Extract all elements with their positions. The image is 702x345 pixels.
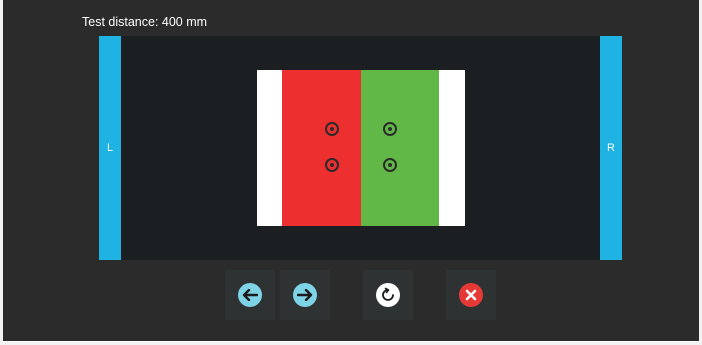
test-distance-label: Test distance: 400 mm — [82, 15, 208, 29]
red-green-test-card — [257, 70, 465, 226]
move-right-button[interactable] — [280, 270, 330, 320]
right-eye-bar[interactable]: R — [600, 36, 622, 260]
arrow-right-icon — [293, 283, 317, 307]
rotate-button[interactable] — [363, 270, 413, 320]
arrow-left-icon — [238, 283, 262, 307]
red-target-icon-bottom — [325, 158, 339, 172]
rotate-icon — [376, 283, 400, 307]
close-button[interactable] — [446, 270, 496, 320]
green-target-icon-bottom — [383, 158, 397, 172]
red-panel — [282, 70, 361, 226]
right-eye-label: R — [607, 142, 615, 154]
red-target-icon-top — [325, 122, 339, 136]
green-target-icon-top — [383, 122, 397, 136]
move-left-button[interactable] — [225, 270, 275, 320]
left-eye-label: L — [106, 142, 114, 154]
close-icon — [459, 283, 483, 307]
left-eye-bar[interactable]: L — [99, 36, 121, 260]
green-panel — [361, 70, 439, 226]
